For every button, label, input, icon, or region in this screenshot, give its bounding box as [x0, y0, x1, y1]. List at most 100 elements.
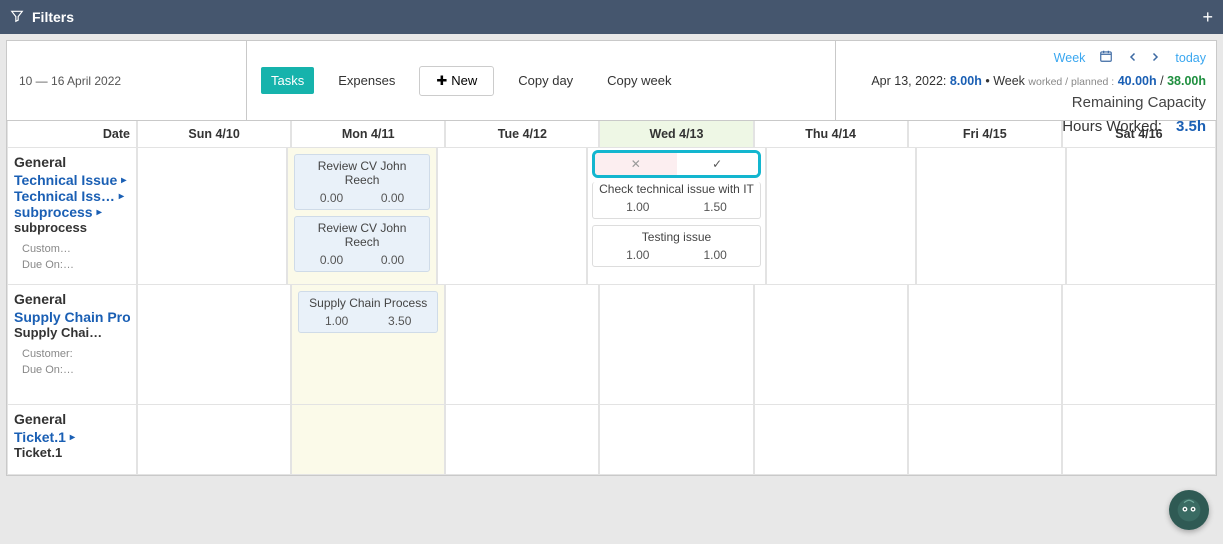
col-tue[interactable]: Tue 4/12: [445, 121, 599, 148]
filter-icon: [10, 9, 24, 26]
calendar-icon[interactable]: [1099, 47, 1113, 69]
cell-sat[interactable]: [1066, 148, 1216, 285]
cell-tue[interactable]: [445, 285, 599, 405]
row-link[interactable]: Ticket.1▸: [14, 429, 130, 445]
row-link[interactable]: subprocess▸: [14, 204, 130, 220]
cancel-button[interactable]: ✕: [595, 153, 676, 175]
edit-card: ✕ ✓: [592, 150, 761, 178]
plus-icon: ✚: [436, 73, 447, 89]
row-1-info: General Technical Issue▸ Technical Iss…▸…: [7, 148, 137, 285]
summary-planned: 38.00h: [1167, 74, 1206, 88]
task-hours-b: 3.50: [388, 314, 411, 328]
task-card[interactable]: Supply Chain Process 1.00 3.50: [298, 291, 438, 333]
task-card[interactable]: Review CV John Reech 0.00 0.00: [294, 154, 430, 210]
task-title: Check technical issue with IT: [599, 182, 754, 196]
task-hours-a: 1.00: [325, 314, 348, 328]
task-hours-b: 0.00: [381, 191, 404, 205]
copy-day-button[interactable]: Copy day: [508, 67, 583, 94]
task-hours-a: 1.00: [626, 248, 649, 262]
summary-date: Apr 13, 2022:: [871, 74, 946, 88]
row-3: General Ticket.1▸ Ticket.1: [7, 405, 1216, 475]
next-week-icon[interactable]: [1149, 47, 1161, 69]
task-hours-a: 0.00: [320, 191, 343, 205]
cell-tue[interactable]: [437, 148, 587, 285]
task-title: Supply Chain Process: [305, 296, 431, 310]
cell-thu[interactable]: [754, 285, 908, 405]
task-hours-b: 1.00: [703, 248, 726, 262]
remaining-capacity-label: Remaining Capacity: [846, 91, 1206, 115]
summary-panel: Week today Apr 13, 2022: 8.00h •: [836, 41, 1216, 120]
cell-sun[interactable]: [137, 285, 291, 405]
chevron-right-icon: ▸: [119, 191, 124, 202]
today-link[interactable]: today: [1175, 48, 1206, 68]
toolbar: 10 — 16 April 2022 Tasks Expenses ✚ New …: [7, 41, 1216, 121]
row-group: General: [14, 291, 130, 307]
row-1: General Technical Issue▸ Technical Iss…▸…: [7, 148, 1216, 285]
task-title: Review CV John Reech: [301, 159, 423, 187]
cell-fri[interactable]: [908, 285, 1062, 405]
task-title: Testing issue: [599, 230, 754, 244]
cell-mon[interactable]: Supply Chain Process 1.00 3.50: [291, 285, 445, 405]
row-sub: Supply Chai…: [14, 325, 130, 340]
toolbar-actions: Tasks Expenses ✚ New Copy day Copy week: [247, 41, 836, 120]
task-card[interactable]: Check technical issue with IT 1.00 1.50: [592, 182, 761, 219]
row-meta: Due On:…: [22, 364, 130, 376]
row-sub: Ticket.1: [14, 445, 130, 460]
cell-sun[interactable]: [137, 405, 291, 475]
summary-line-1: Apr 13, 2022: 8.00h • Week worked / plan…: [846, 71, 1206, 91]
task-hours-b: 1.50: [703, 200, 726, 214]
copy-week-button[interactable]: Copy week: [597, 67, 681, 94]
prev-week-icon[interactable]: [1127, 47, 1139, 69]
task-card[interactable]: Testing issue 1.00 1.00: [592, 225, 761, 267]
new-button-label: New: [451, 73, 477, 88]
row-meta: Due On:…: [22, 259, 130, 271]
cell-thu[interactable]: [754, 405, 908, 475]
timesheet-panel: 10 — 16 April 2022 Tasks Expenses ✚ New …: [6, 40, 1217, 476]
cell-thu[interactable]: [766, 148, 916, 285]
row-link[interactable]: Supply Chain Pro: [14, 309, 130, 325]
filters-bar: Filters +: [0, 0, 1223, 34]
col-mon[interactable]: Mon 4/11: [291, 121, 445, 148]
new-button[interactable]: ✚ New: [419, 66, 494, 96]
col-date: Date: [7, 121, 137, 148]
cell-mon[interactable]: Review CV John Reech 0.00 0.00 Review CV …: [287, 148, 437, 285]
row-sub: subprocess: [14, 220, 130, 235]
tab-tasks[interactable]: Tasks: [261, 67, 314, 94]
hours-worked-label: Hours Worked:: [1062, 115, 1162, 139]
summary-hours: 8.00h: [950, 74, 982, 88]
task-title: Review CV John Reech: [301, 221, 423, 249]
task-card[interactable]: Review CV John Reech 0.000.00: [294, 216, 430, 272]
task-hours-a: 1.00: [626, 200, 649, 214]
row-group: General: [14, 411, 130, 427]
cell-sat[interactable]: [1062, 405, 1216, 475]
row-meta: Customer:: [22, 348, 130, 360]
col-wed[interactable]: Wed 4/13: [599, 121, 753, 148]
row-3-info: General Ticket.1▸ Ticket.1: [7, 405, 137, 475]
tab-expenses[interactable]: Expenses: [328, 67, 405, 94]
cell-sat[interactable]: [1062, 285, 1216, 405]
add-filter-icon[interactable]: +: [1202, 7, 1213, 28]
assistant-bubble[interactable]: [1169, 490, 1209, 530]
row-2-info: General Supply Chain Pro Supply Chai… Cu…: [7, 285, 137, 405]
row-link[interactable]: Technical Issue▸: [14, 172, 130, 188]
cell-wed[interactable]: [599, 285, 753, 405]
confirm-button[interactable]: ✓: [677, 153, 758, 175]
cell-wed[interactable]: ✕ ✓ Check technical issue with IT 1.00 1.…: [587, 148, 766, 285]
hours-worked-value: 3.5h: [1176, 115, 1206, 139]
cell-sun[interactable]: [137, 148, 287, 285]
filters-title: Filters: [32, 9, 74, 25]
view-week-link[interactable]: Week: [1054, 48, 1086, 68]
col-sun[interactable]: Sun 4/10: [137, 121, 291, 148]
date-range-label: 10 — 16 April 2022: [19, 74, 121, 88]
row-link[interactable]: Technical Iss…▸: [14, 188, 130, 204]
chevron-right-icon: ▸: [121, 175, 126, 186]
cell-fri[interactable]: [908, 405, 1062, 475]
cell-mon[interactable]: [291, 405, 445, 475]
cell-tue[interactable]: [445, 405, 599, 475]
chevron-right-icon: ▸: [97, 207, 102, 218]
cell-fri[interactable]: [916, 148, 1066, 285]
row-2: General Supply Chain Pro Supply Chai… Cu…: [7, 285, 1216, 405]
cell-wed[interactable]: [599, 405, 753, 475]
date-range[interactable]: 10 — 16 April 2022: [7, 41, 247, 120]
chevron-right-icon: ▸: [70, 432, 75, 443]
